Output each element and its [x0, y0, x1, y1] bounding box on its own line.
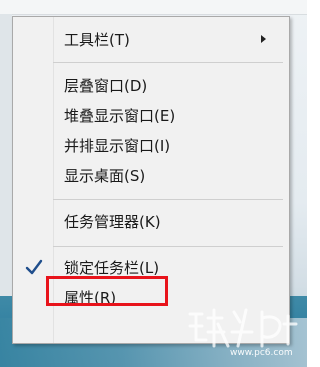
menu-separator — [53, 246, 283, 247]
menu-item-stacked[interactable]: 堆叠显示窗口(E) — [13, 101, 289, 131]
menu-item-label: 工具栏(T) — [64, 31, 130, 49]
menu-item-cascade[interactable]: 层叠窗口(D) — [13, 71, 289, 101]
menu-item-side-by-side[interactable]: 并排显示窗口(I) — [13, 131, 289, 161]
chevron-right-icon — [261, 35, 266, 43]
properties-highlight-box — [46, 276, 168, 306]
window-edge — [0, 0, 307, 15]
menu-item-label: 显示桌面(S) — [64, 167, 146, 185]
menu-item-toolbars[interactable]: 工具栏(T) — [13, 25, 289, 55]
menu-item-label: 任务管理器(K) — [64, 213, 161, 231]
check-icon — [25, 259, 43, 275]
watermark-url: www.pc6.com — [230, 348, 293, 358]
menu-separator — [53, 62, 283, 63]
menu-item-label: 层叠窗口(D) — [64, 77, 148, 95]
menu-item-label: 堆叠显示窗口(E) — [64, 107, 176, 125]
left-edge — [0, 14, 12, 304]
menu-item-task-manager[interactable]: 任务管理器(K) — [13, 207, 289, 237]
menu-item-label: 并排显示窗口(I) — [64, 137, 171, 155]
menu-separator — [53, 199, 283, 200]
menu-item-show-desktop[interactable]: 显示桌面(S) — [13, 161, 289, 191]
